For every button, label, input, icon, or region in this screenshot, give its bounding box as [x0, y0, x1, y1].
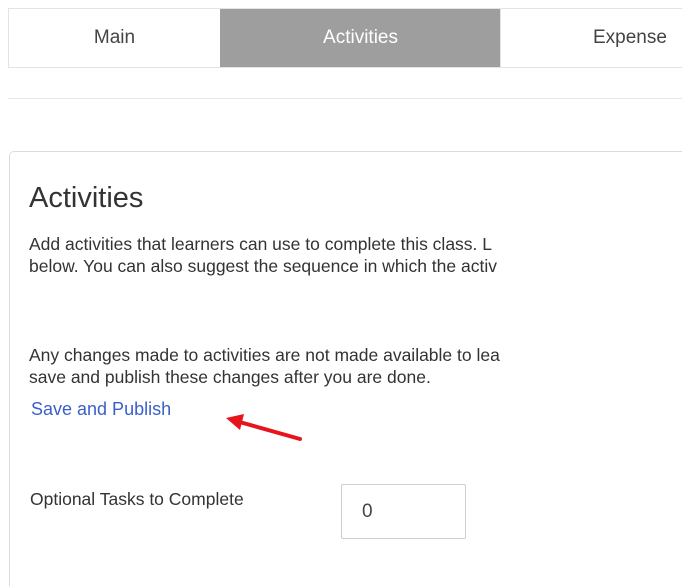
save-and-publish-link[interactable]: Save and Publish: [31, 399, 171, 420]
optional-tasks-input[interactable]: [341, 484, 466, 539]
header-divider: [8, 98, 682, 99]
tab-activities-label: Activities: [323, 27, 398, 48]
tab-main-label: Main: [93, 27, 136, 48]
annotation-arrow-icon: [226, 414, 302, 441]
description-line: Add activities that learners can use to …: [29, 234, 493, 254]
tab-bar: Main Activities Expense: [8, 8, 682, 68]
optional-tasks-label: Optional Tasks to Complete: [30, 489, 244, 509]
tab-main[interactable]: Main: [8, 9, 220, 67]
activities-description: Add activities that learners can use to …: [29, 233, 497, 277]
page: Main Activities Expense Activities Add a…: [0, 0, 682, 586]
tab-expenses-label: Expense: [593, 27, 667, 48]
section-title: Activities: [29, 182, 144, 214]
tab-activities[interactable]: Activities: [220, 9, 500, 67]
notice-line: Any changes made to activities are not m…: [29, 345, 500, 365]
tab-expenses[interactable]: Expense: [500, 9, 682, 67]
notice-line: save and publish these changes after you…: [29, 367, 431, 387]
publish-notice: Any changes made to activities are not m…: [29, 344, 500, 388]
description-line: below. You can also suggest the sequence…: [29, 256, 497, 276]
